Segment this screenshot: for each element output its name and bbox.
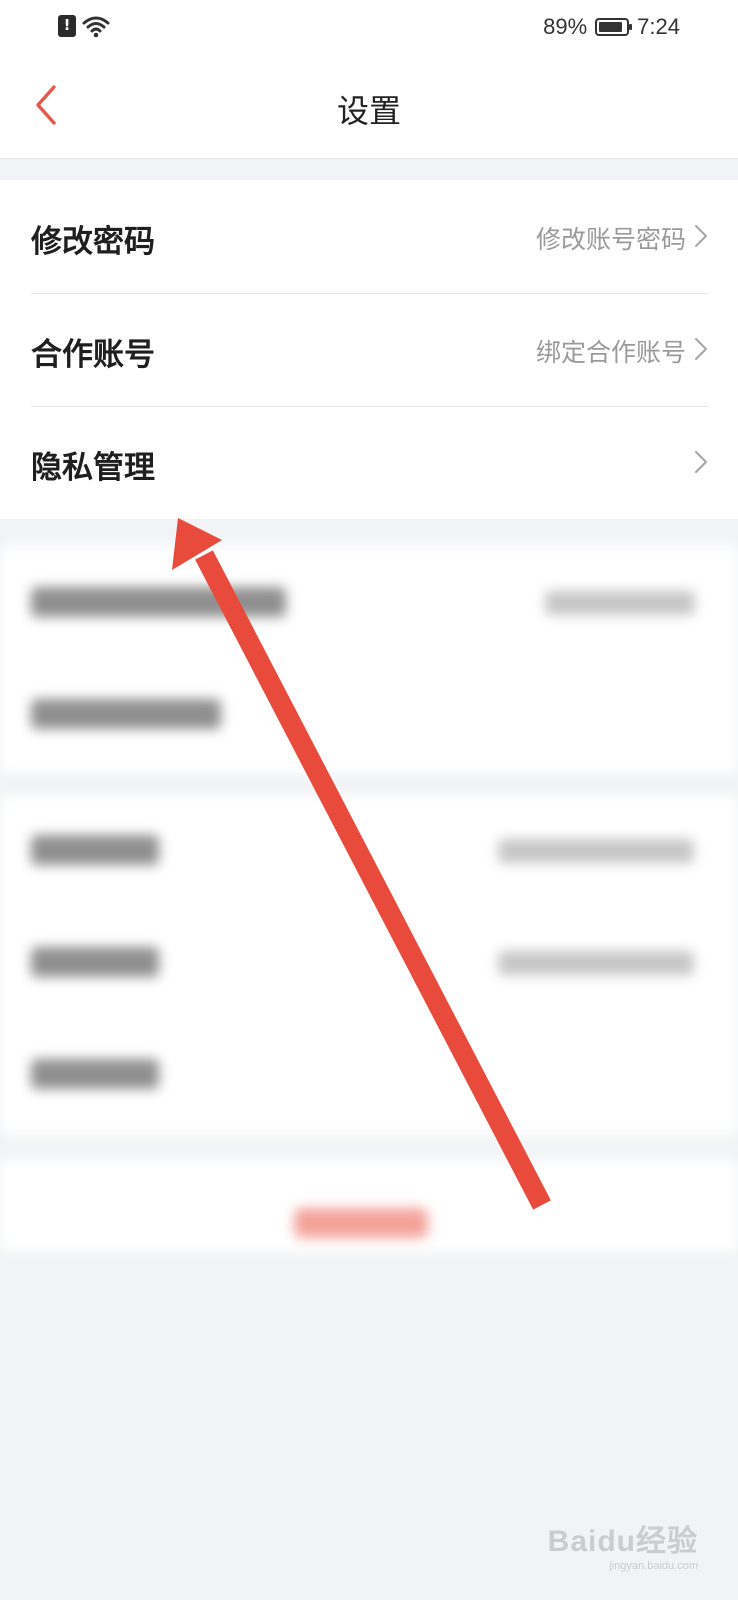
status-time: 7:24 <box>637 14 680 39</box>
setting-detail: 绑定合作账号 <box>535 338 686 367</box>
setting-label: 隐私管理 <box>31 450 155 486</box>
blurred-text <box>498 951 694 975</box>
blurred-setting-row[interactable] <box>0 795 738 909</box>
battery-fill <box>599 22 623 32</box>
logout-button[interactable] <box>294 1208 428 1238</box>
blurred-logout-group <box>0 1160 738 1252</box>
watermark-brand: Baidu经验 <box>547 1525 698 1558</box>
account-settings-group: 修改密码 修改账号密码 合作账号 绑定合作账号 隐私管理 <box>0 180 738 519</box>
wifi-icon <box>82 16 110 38</box>
blurred-setting-row[interactable] <box>0 545 738 659</box>
blurred-text <box>31 947 159 977</box>
setting-partner-account[interactable]: 合作账号 绑定合作账号 <box>0 293 738 407</box>
blurred-setting-row[interactable] <box>0 1023 738 1137</box>
blurred-setting-row[interactable] <box>0 659 738 773</box>
chevron-right-icon <box>695 338 707 360</box>
baidu-jingyan-watermark: Baidu经验 jingyan.baidu.com <box>548 1516 698 1572</box>
blurred-setting-row[interactable] <box>0 909 738 1023</box>
blurred-text <box>498 839 694 863</box>
blurred-text <box>31 699 221 729</box>
setting-label: 修改密码 <box>31 224 155 260</box>
blurred-text <box>31 1059 159 1089</box>
blurred-settings-group-1 <box>0 545 738 773</box>
blurred-text <box>545 591 695 615</box>
setting-change-password[interactable]: 修改密码 修改账号密码 <box>0 180 738 294</box>
watermark-url: jingyan.baidu.com <box>609 1560 698 1572</box>
setting-detail: 修改账号密码 <box>535 225 686 254</box>
setting-privacy[interactable]: 隐私管理 <box>0 406 738 520</box>
blurred-settings-group-2 <box>0 795 738 1135</box>
header-bar: 设置 <box>0 56 738 159</box>
status-left <box>58 14 110 38</box>
sim-alert-icon <box>58 15 76 37</box>
chevron-right-icon <box>695 225 707 247</box>
status-bar: 89% 7:24 <box>0 0 738 56</box>
blurred-text <box>31 835 159 865</box>
battery-percent: 89% <box>543 14 588 39</box>
battery-icon <box>595 18 633 36</box>
page-title: 设置 <box>336 92 401 130</box>
blurred-text <box>31 587 286 617</box>
setting-label: 合作账号 <box>31 337 155 373</box>
status-right: 89% 7:24 <box>543 14 680 40</box>
chevron-right-icon <box>695 451 707 473</box>
